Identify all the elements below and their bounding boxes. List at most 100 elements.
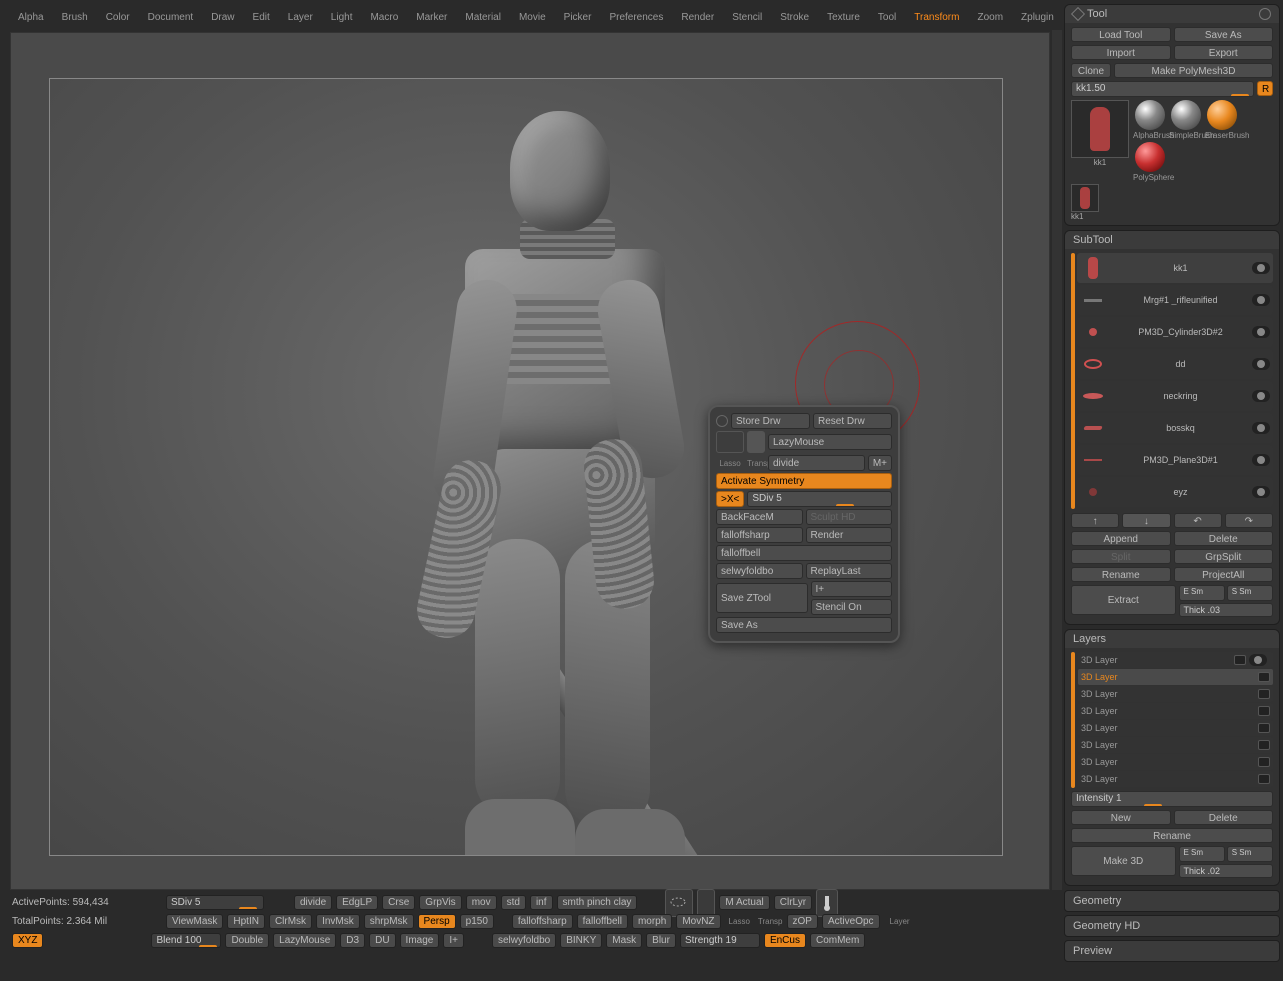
menu-render[interactable]: Render bbox=[673, 10, 722, 25]
d3-button[interactable]: D3 bbox=[340, 933, 365, 948]
std-button[interactable]: std bbox=[501, 895, 526, 910]
bottom-sdiv-slider[interactable]: SDiv 5 bbox=[166, 895, 264, 910]
blend-slider[interactable]: Blend 100 bbox=[151, 933, 221, 948]
tool-save-as-button[interactable]: Save As bbox=[1174, 27, 1274, 42]
subtool-list[interactable]: kk1Mrg#1 _rifleunifiedPM3D_Cylinder3D#2d… bbox=[1071, 253, 1273, 509]
activate-symmetry-button[interactable]: Activate Symmetry bbox=[716, 473, 892, 489]
layer-row[interactable]: 3D Layer bbox=[1078, 669, 1273, 685]
morph-button[interactable]: morph bbox=[632, 914, 672, 929]
load-tool-button[interactable]: Load Tool bbox=[1071, 27, 1171, 42]
hptin-button[interactable]: HptIN bbox=[227, 914, 265, 929]
selwyfoldbo-button[interactable]: selwyfoldbo bbox=[716, 563, 803, 579]
menu-draw[interactable]: Draw bbox=[203, 10, 242, 25]
mask-button[interactable]: Mask bbox=[606, 933, 642, 948]
x-axis-button[interactable]: >X< bbox=[716, 491, 744, 507]
import-button[interactable]: Import bbox=[1071, 45, 1171, 60]
subtool-header[interactable]: SubTool bbox=[1065, 231, 1279, 249]
new-layer-button[interactable]: New bbox=[1071, 810, 1171, 825]
eye-icon[interactable] bbox=[1252, 358, 1270, 370]
extract-button[interactable]: Extract bbox=[1071, 585, 1176, 615]
layer-mode-icon[interactable] bbox=[816, 889, 838, 917]
layer-record-icon[interactable] bbox=[1258, 672, 1270, 682]
r-button[interactable]: R bbox=[1257, 81, 1273, 96]
mov-button[interactable]: mov bbox=[466, 895, 497, 910]
backfacem-button[interactable]: BackFaceM bbox=[716, 509, 803, 525]
persp-button[interactable]: Persp bbox=[418, 914, 456, 929]
delete-layer-button[interactable]: Delete bbox=[1174, 810, 1274, 825]
viewmask-button[interactable]: ViewMask bbox=[166, 914, 223, 929]
export-button[interactable]: Export bbox=[1174, 45, 1274, 60]
menu-preferences[interactable]: Preferences bbox=[601, 10, 671, 25]
rename-layer-button[interactable]: Rename bbox=[1071, 828, 1273, 843]
invmsk-button[interactable]: InvMsk bbox=[316, 914, 360, 929]
menu-edit[interactable]: Edit bbox=[245, 10, 278, 25]
eye-icon[interactable] bbox=[1252, 454, 1270, 466]
rename-subtool-button[interactable]: Rename bbox=[1071, 567, 1171, 582]
subtool-row[interactable]: neckring bbox=[1077, 381, 1273, 411]
menu-texture[interactable]: Texture bbox=[819, 10, 868, 25]
save-as-button[interactable]: Save As bbox=[716, 617, 892, 633]
layer-ssm-slider[interactable]: S Sm bbox=[1227, 846, 1273, 862]
movnz-button[interactable]: MovNZ bbox=[676, 914, 720, 929]
subtool-movedown-button[interactable]: ↷ bbox=[1225, 513, 1273, 528]
split-button[interactable]: Split bbox=[1071, 549, 1171, 564]
tool-name-slider[interactable]: kk1.50 bbox=[1071, 81, 1254, 97]
subtool-row[interactable]: eyz bbox=[1077, 477, 1273, 507]
menu-color[interactable]: Color bbox=[98, 10, 138, 25]
replaylast-button[interactable]: ReplayLast bbox=[806, 563, 893, 579]
eye-icon[interactable] bbox=[1252, 422, 1270, 434]
m-plus-button[interactable]: M+ bbox=[868, 455, 892, 471]
lazymouse-button[interactable]: LazyMouse bbox=[768, 434, 892, 450]
layer-record-icon[interactable] bbox=[1258, 774, 1270, 784]
eye-icon[interactable] bbox=[1252, 486, 1270, 498]
inf-button[interactable]: inf bbox=[530, 895, 553, 910]
tool-grid-eraser[interactable]: EraserBrush bbox=[1205, 100, 1239, 140]
tool-grid-polysphere[interactable]: PolySphere bbox=[1133, 142, 1167, 182]
strength-slider[interactable]: Strength 19 bbox=[680, 933, 760, 948]
layer-record-icon[interactable] bbox=[1234, 655, 1246, 665]
append-button[interactable]: Append bbox=[1071, 531, 1171, 546]
commem-button[interactable]: ComMem bbox=[810, 933, 865, 948]
layer-record-icon[interactable] bbox=[1258, 689, 1270, 699]
render-button[interactable]: Render bbox=[806, 527, 893, 543]
layer-row[interactable]: 3D Layer bbox=[1078, 737, 1273, 753]
viewport-scrollbar[interactable] bbox=[1052, 30, 1062, 890]
store-draw-button[interactable]: Store Drw bbox=[731, 413, 810, 429]
subtool-down-button[interactable]: ↓ bbox=[1122, 513, 1170, 528]
eye-icon[interactable] bbox=[1252, 390, 1270, 402]
layer-esm-slider[interactable]: E Sm bbox=[1179, 846, 1225, 862]
layer-row[interactable]: 3D Layer bbox=[1078, 720, 1273, 736]
transp-thumb-icon[interactable] bbox=[747, 431, 765, 453]
layer-record-icon[interactable] bbox=[1258, 706, 1270, 716]
shrpmsk-button[interactable]: shrpMsk bbox=[364, 914, 414, 929]
subtool-row[interactable]: PM3D_Plane3D#1 bbox=[1077, 445, 1273, 475]
xyz-button[interactable]: XYZ bbox=[12, 933, 43, 948]
subtool-moveup-button[interactable]: ↶ bbox=[1174, 513, 1222, 528]
menu-light[interactable]: Light bbox=[323, 10, 361, 25]
bottom-lasso-icon[interactable] bbox=[665, 889, 693, 917]
eye-icon[interactable] bbox=[1252, 326, 1270, 338]
double-button[interactable]: Double bbox=[225, 933, 269, 948]
menu-zplugin[interactable]: Zplugin bbox=[1013, 10, 1062, 25]
refresh-icon[interactable] bbox=[1259, 8, 1271, 20]
layers-header[interactable]: Layers bbox=[1065, 630, 1279, 648]
bottom-transp-icon[interactable] bbox=[697, 889, 715, 917]
eye-icon[interactable] bbox=[1249, 654, 1267, 666]
zop-button[interactable]: zOP bbox=[787, 914, 818, 929]
menu-picker[interactable]: Picker bbox=[556, 10, 600, 25]
layer-record-icon[interactable] bbox=[1258, 740, 1270, 750]
menu-tool[interactable]: Tool bbox=[870, 10, 904, 25]
subtool-row[interactable]: bosskq bbox=[1077, 413, 1273, 443]
falloffbell-button[interactable]: falloffbell bbox=[716, 545, 892, 561]
menu-brush[interactable]: Brush bbox=[54, 10, 96, 25]
pin-icon[interactable] bbox=[1071, 7, 1085, 21]
menu-marker[interactable]: Marker bbox=[408, 10, 455, 25]
encus-button[interactable]: EnCus bbox=[764, 933, 806, 948]
tool-grid-simplebrush[interactable]: SimpleBrush bbox=[1169, 100, 1203, 140]
layer-row[interactable]: 3D Layer bbox=[1078, 686, 1273, 702]
geometry-hd-header[interactable]: Geometry HD bbox=[1064, 915, 1280, 937]
make-3d-button[interactable]: Make 3D bbox=[1071, 846, 1176, 876]
menu-macro[interactable]: Macro bbox=[362, 10, 406, 25]
bottom-iplus-button[interactable]: I+ bbox=[443, 933, 464, 948]
preview-header[interactable]: Preview bbox=[1064, 940, 1280, 962]
